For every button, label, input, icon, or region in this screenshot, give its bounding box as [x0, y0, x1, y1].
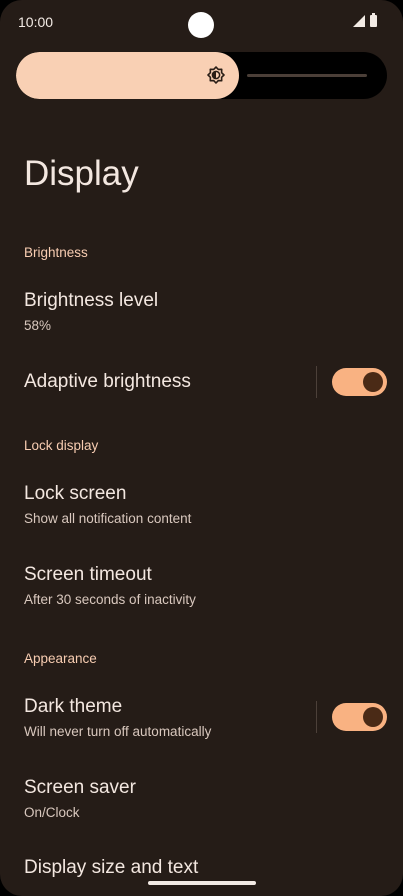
home-indicator[interactable]: [148, 881, 256, 885]
lock-screen-row[interactable]: [0, 468, 403, 542]
status-time: 10:00: [18, 14, 54, 30]
section-header-lock-display: Lock display: [24, 438, 99, 453]
dark-theme-title: Dark theme: [24, 696, 123, 717]
brightness-slider[interactable]: [16, 52, 387, 99]
front-camera: [188, 12, 214, 38]
brightness-icon: [207, 66, 225, 84]
screen-saver-title: Screen saver: [24, 777, 136, 798]
adaptive-brightness-divider: [316, 366, 317, 398]
display-settings-screen: 10:00 Display Brightness Brightness leve…: [0, 0, 403, 896]
dark-theme-divider: [316, 701, 317, 733]
brightness-slider-track: [247, 74, 367, 77]
screen-saver-subtitle: On/Clock: [24, 805, 80, 820]
page-title: Display: [24, 154, 139, 193]
status-bar: 10:00: [0, 0, 403, 44]
adaptive-brightness-toggle[interactable]: [332, 368, 387, 396]
brightness-slider-fill: [16, 52, 239, 99]
battery-icon: [370, 13, 377, 27]
brightness-level-title: Brightness level: [24, 290, 159, 311]
lock-screen-title: Lock screen: [24, 483, 127, 504]
brightness-level-value: 58%: [24, 318, 52, 333]
dark-theme-toggle[interactable]: [332, 703, 387, 731]
section-header-brightness: Brightness: [24, 245, 88, 260]
dark-theme-subtitle: Will never turn off automatically: [24, 724, 212, 739]
signal-icon: [353, 15, 365, 27]
screen-timeout-title: Screen timeout: [24, 564, 152, 585]
status-icons: [353, 13, 377, 27]
toggle-knob: [363, 707, 383, 727]
lock-screen-subtitle: Show all notification content: [24, 511, 192, 526]
section-header-appearance: Appearance: [24, 651, 97, 666]
adaptive-brightness-title: Adaptive brightness: [24, 371, 191, 392]
display-size-title: Display size and text: [24, 857, 199, 878]
screen-timeout-subtitle: After 30 seconds of inactivity: [24, 592, 196, 607]
toggle-knob: [363, 372, 383, 392]
